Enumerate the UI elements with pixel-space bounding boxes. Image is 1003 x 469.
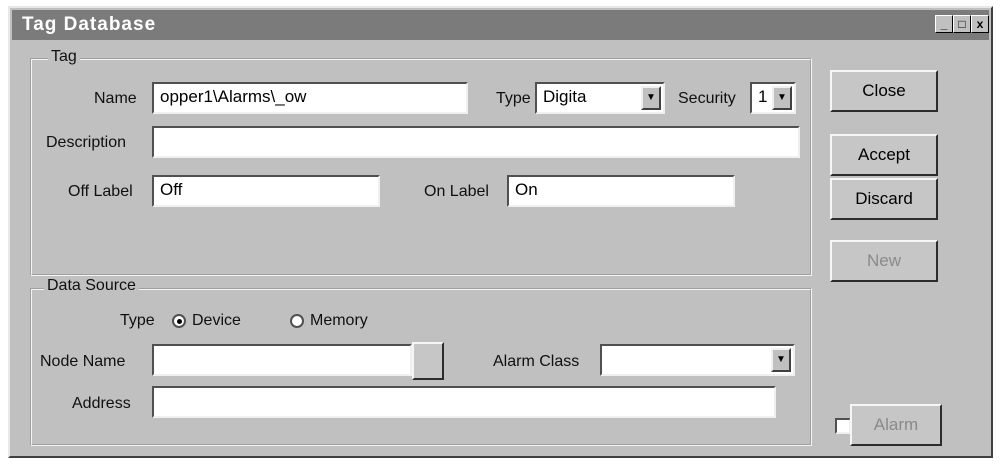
memory-radio-label[interactable]: Memory (310, 312, 368, 330)
type-label: Type (496, 90, 531, 107)
maximize-button[interactable]: □ (953, 15, 971, 33)
close-window-button[interactable]: x (971, 15, 989, 33)
on-label-field[interactable]: On (507, 175, 735, 207)
source-type-label: Type (120, 312, 155, 329)
name-label: Name (94, 90, 137, 107)
name-field[interactable]: opper1\Alarms\_ow (152, 82, 468, 114)
type-dropdown[interactable]: Digita ▼ (535, 82, 665, 114)
on-label-label: On Label (424, 183, 489, 200)
type-dropdown-value: Digita (543, 87, 587, 106)
minimize-button[interactable]: _ (935, 15, 953, 33)
memory-radio[interactable] (290, 314, 304, 328)
tag-group-legend: Tag (48, 48, 80, 66)
chevron-down-icon[interactable]: ▼ (771, 348, 791, 372)
off-label-label: Off Label (68, 183, 133, 200)
chevron-down-icon[interactable]: ▼ (641, 86, 661, 110)
alarm-class-dropdown[interactable]: ▼ (600, 344, 795, 376)
node-name-field[interactable] (152, 344, 412, 376)
close-button[interactable]: Close (830, 70, 938, 112)
chevron-down-icon[interactable]: ▼ (772, 86, 792, 110)
alarm-button[interactable]: Alarm (850, 404, 942, 446)
description-field[interactable] (152, 126, 800, 158)
security-label: Security (678, 90, 736, 107)
tag-database-window: Tag Database _ □ x Tag Name opper1\Alarm… (8, 6, 993, 458)
radio-selected-dot (177, 319, 182, 324)
discard-button[interactable]: Discard (830, 178, 938, 220)
node-name-label: Node Name (40, 353, 126, 370)
new-button[interactable]: New (830, 240, 938, 282)
off-label-field[interactable]: Off (152, 175, 380, 207)
accept-button[interactable]: Accept (830, 134, 938, 176)
security-dropdown[interactable]: 1 ▼ (750, 82, 796, 114)
alarm-checkbox[interactable] (835, 418, 851, 434)
security-dropdown-value: 1 (758, 87, 768, 106)
alarm-class-label: Alarm Class (493, 353, 580, 370)
description-label: Description (46, 134, 127, 151)
address-field[interactable] (152, 386, 776, 418)
data-source-group-legend: Data Source (44, 277, 139, 295)
node-browse-button[interactable] (412, 342, 444, 380)
device-radio[interactable] (172, 314, 186, 328)
window-title: Tag Database (22, 14, 157, 35)
device-radio-label[interactable]: Device (192, 312, 241, 330)
address-label: Address (72, 395, 131, 412)
title-bar[interactable]: Tag Database _ □ x (12, 10, 989, 40)
